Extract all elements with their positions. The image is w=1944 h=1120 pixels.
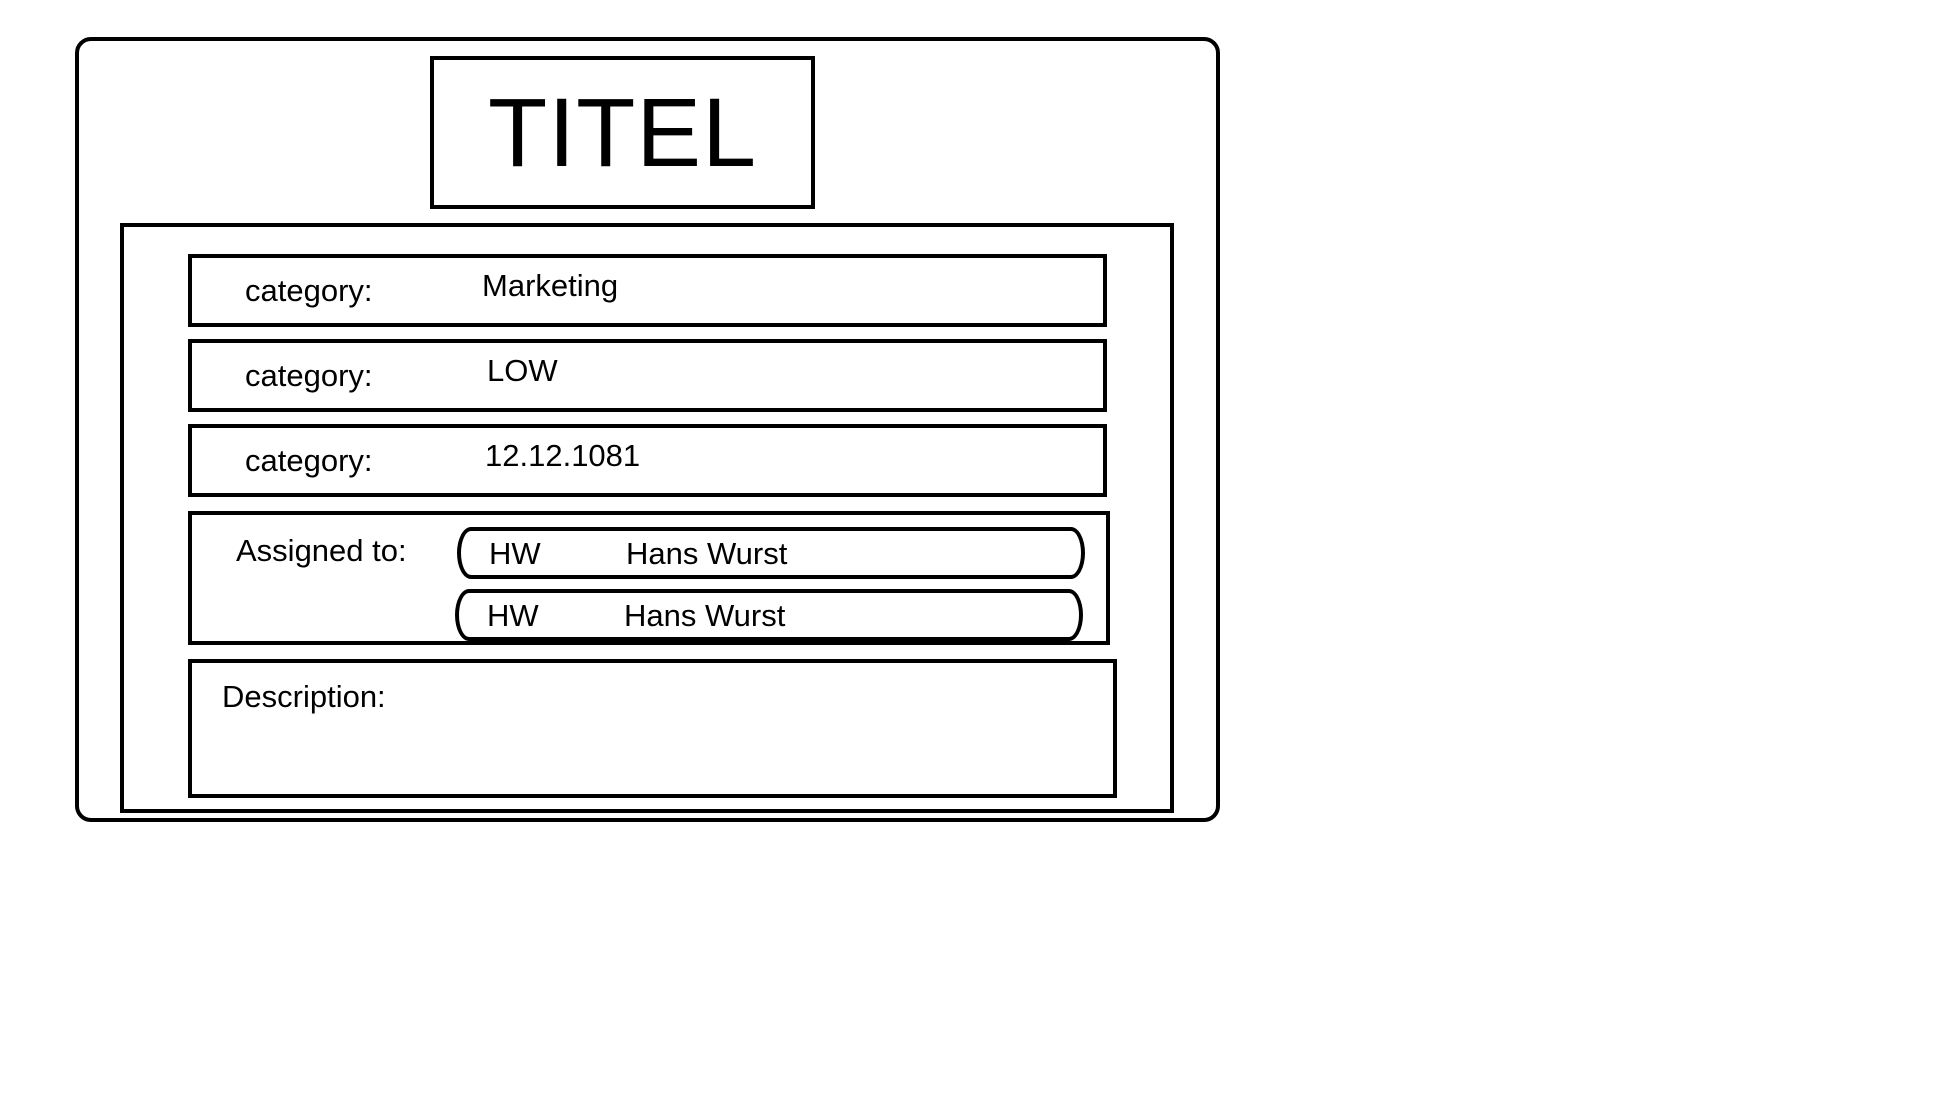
assignee-name: Hans Wurst <box>624 598 786 633</box>
title-box: TITEL <box>430 56 815 209</box>
description-field[interactable]: Description: <box>188 659 1117 798</box>
priority-value: LOW <box>487 353 558 388</box>
category-field-row[interactable]: category: Marketing <box>188 254 1107 327</box>
task-title: TITEL <box>487 78 758 187</box>
assignee-chip[interactable]: HW Hans Wurst <box>455 589 1083 641</box>
date-value: 12.12.1081 <box>485 438 641 473</box>
assigned-to-label: Assigned to: <box>236 533 407 568</box>
description-label: Description: <box>222 679 386 714</box>
assigned-to-section: Assigned to: HW Hans Wurst HW Hans Wurst <box>188 511 1110 645</box>
category-value: Marketing <box>482 268 619 303</box>
assignee-name: Hans Wurst <box>626 536 788 571</box>
date-field-row[interactable]: category: 12.12.1081 <box>188 424 1107 497</box>
priority-field-row[interactable]: category: LOW <box>188 339 1107 412</box>
assignee-initials: HW <box>489 536 541 571</box>
category-label: category: <box>245 272 373 308</box>
assignee-initials: HW <box>487 598 539 633</box>
priority-label: category: <box>245 357 373 393</box>
assignee-chip[interactable]: HW Hans Wurst <box>457 527 1085 579</box>
date-label: category: <box>245 442 373 478</box>
